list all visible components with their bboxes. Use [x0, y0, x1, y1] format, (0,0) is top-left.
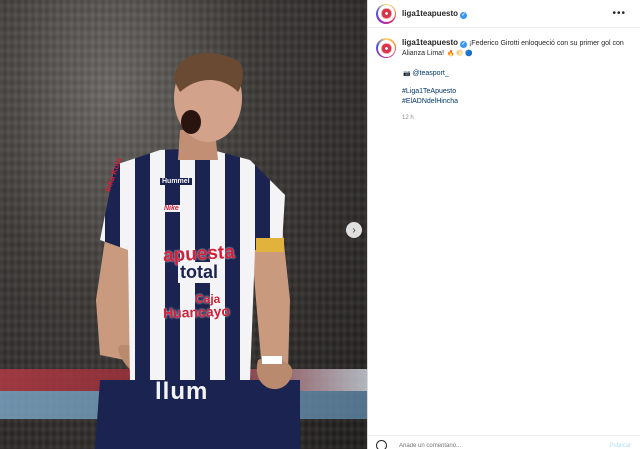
- camera-emoji: 📷: [403, 71, 411, 77]
- next-image-button[interactable]: ›: [346, 222, 362, 238]
- comment-input[interactable]: [399, 442, 579, 449]
- caption-username[interactable]: liga1teapuesto ✓: [402, 38, 468, 48]
- jersey-sponsor-total: total: [178, 262, 220, 283]
- open-mouth: [181, 110, 201, 134]
- post-side-panel: liga1teapuesto ✓ ••• liga1teapuesto ✓ ¡Fed…: [367, 0, 640, 449]
- caption: liga1teapuesto ✓ ¡Federico Girotti enloqu…: [368, 28, 640, 123]
- verified-badge-icon: ✓: [460, 11, 468, 19]
- liga1-logo: [380, 42, 392, 54]
- hashtag-link[interactable]: #ElADNdelHincha: [402, 97, 632, 107]
- comment-bar: Publicar: [368, 435, 640, 449]
- jersey-sponsor-huancayo: Huancayo: [162, 302, 231, 322]
- header-username[interactable]: liga1teapuesto ✓: [402, 9, 468, 19]
- more-options-icon[interactable]: •••: [612, 8, 626, 19]
- post-header: liga1teapuesto ✓ •••: [368, 0, 640, 28]
- credit-link[interactable]: @teasport_: [412, 70, 448, 77]
- caption-body: liga1teapuesto ✓ ¡Federico Girotti enloqu…: [402, 38, 632, 123]
- liga1-logo: [380, 8, 392, 19]
- verified-badge-icon: ✓: [460, 41, 468, 48]
- caption-emojis: 🔥 🌕 🔵: [446, 51, 473, 57]
- hashtags: #Liga1TeApuesto #ElADNdelHincha: [402, 87, 632, 107]
- chevron-right-icon: ›: [352, 224, 356, 236]
- hashtag-link[interactable]: #Liga1TeApuesto: [402, 87, 632, 97]
- post-timestamp[interactable]: 12 h: [402, 113, 632, 123]
- shorts-text: llum: [155, 378, 209, 405]
- caption-avatar[interactable]: [376, 38, 396, 58]
- post-photo[interactable]: apuesta total Caja Huancayo Inka Kola Hu…: [0, 0, 367, 449]
- kit-maker-logo: Hummel: [160, 178, 192, 185]
- header-avatar[interactable]: [376, 3, 396, 24]
- publish-button[interactable]: Publicar: [609, 443, 631, 449]
- wristband: [262, 356, 282, 364]
- nike-logo: Nike: [163, 205, 180, 212]
- emoji-smile-icon[interactable]: [376, 440, 387, 449]
